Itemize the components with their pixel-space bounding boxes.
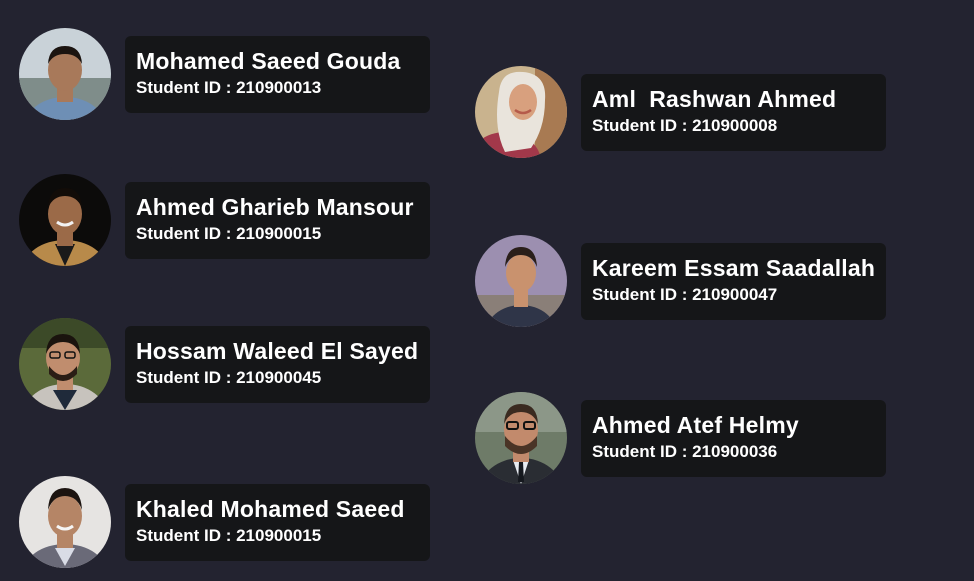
member-card-kareem-essam-saadallah: Kareem Essam Saadallah Student ID : 2109… — [475, 235, 886, 327]
student-id: Student ID : 210900013 — [136, 77, 322, 97]
member-card-khaled-mohamed-saeed: Khaled Mohamed Saeed Student ID : 210900… — [19, 476, 430, 568]
member-name: Khaled Mohamed Saeed — [136, 495, 405, 522]
member-card-ahmed-atef-helmy: Ahmed Atef Helmy Student ID : 210900036 — [475, 392, 886, 484]
member-info-card: Aml Rashwan Ahmed Student ID : 210900008 — [581, 73, 886, 151]
avatar — [475, 235, 567, 327]
member-info-card: Khaled Mohamed Saeed Student ID : 210900… — [125, 483, 430, 561]
person-photo-icon — [19, 28, 111, 120]
member-name: Aml Rashwan Ahmed — [592, 85, 837, 112]
avatar — [475, 392, 567, 484]
member-name: Mohamed Saeed Gouda — [136, 47, 401, 74]
student-id: Student ID : 210900047 — [592, 284, 778, 304]
member-card-aml-rashwan-ahmed: Aml Rashwan Ahmed Student ID : 210900008 — [475, 66, 886, 158]
student-id: Student ID : 210900045 — [136, 367, 322, 387]
student-id: Student ID : 210900015 — [136, 223, 322, 243]
student-id: Student ID : 210900036 — [592, 441, 778, 461]
person-photo-icon — [19, 174, 111, 266]
member-name: Ahmed Gharieb Mansour — [136, 193, 414, 220]
member-card-ahmed-gharieb-mansour: Ahmed Gharieb Mansour Student ID : 21090… — [19, 174, 430, 266]
member-info-card: Kareem Essam Saadallah Student ID : 2109… — [581, 242, 886, 320]
person-photo-icon — [475, 235, 567, 327]
person-photo-icon — [475, 392, 567, 484]
member-name: Hossam Waleed El Sayed — [136, 337, 419, 364]
avatar — [19, 318, 111, 410]
person-photo-icon — [475, 66, 567, 158]
member-card-hossam-waleed-el-sayed: Hossam Waleed El Sayed Student ID : 2109… — [19, 318, 430, 410]
member-card-mohamed-saeed-gouda: Mohamed Saeed Gouda Student ID : 2109000… — [19, 28, 430, 120]
member-info-card: Hossam Waleed El Sayed Student ID : 2109… — [125, 325, 430, 403]
person-photo-icon — [19, 476, 111, 568]
avatar — [19, 174, 111, 266]
student-id: Student ID : 210900008 — [592, 115, 778, 135]
member-info-card: Ahmed Atef Helmy Student ID : 210900036 — [581, 399, 886, 477]
member-name: Kareem Essam Saadallah — [592, 254, 876, 281]
avatar — [19, 28, 111, 120]
member-info-card: Ahmed Gharieb Mansour Student ID : 21090… — [125, 181, 430, 259]
member-name: Ahmed Atef Helmy — [592, 411, 799, 438]
member-info-card: Mohamed Saeed Gouda Student ID : 2109000… — [125, 35, 430, 113]
student-id: Student ID : 210900015 — [136, 525, 322, 545]
avatar — [475, 66, 567, 158]
person-photo-icon — [19, 318, 111, 410]
avatar — [19, 476, 111, 568]
